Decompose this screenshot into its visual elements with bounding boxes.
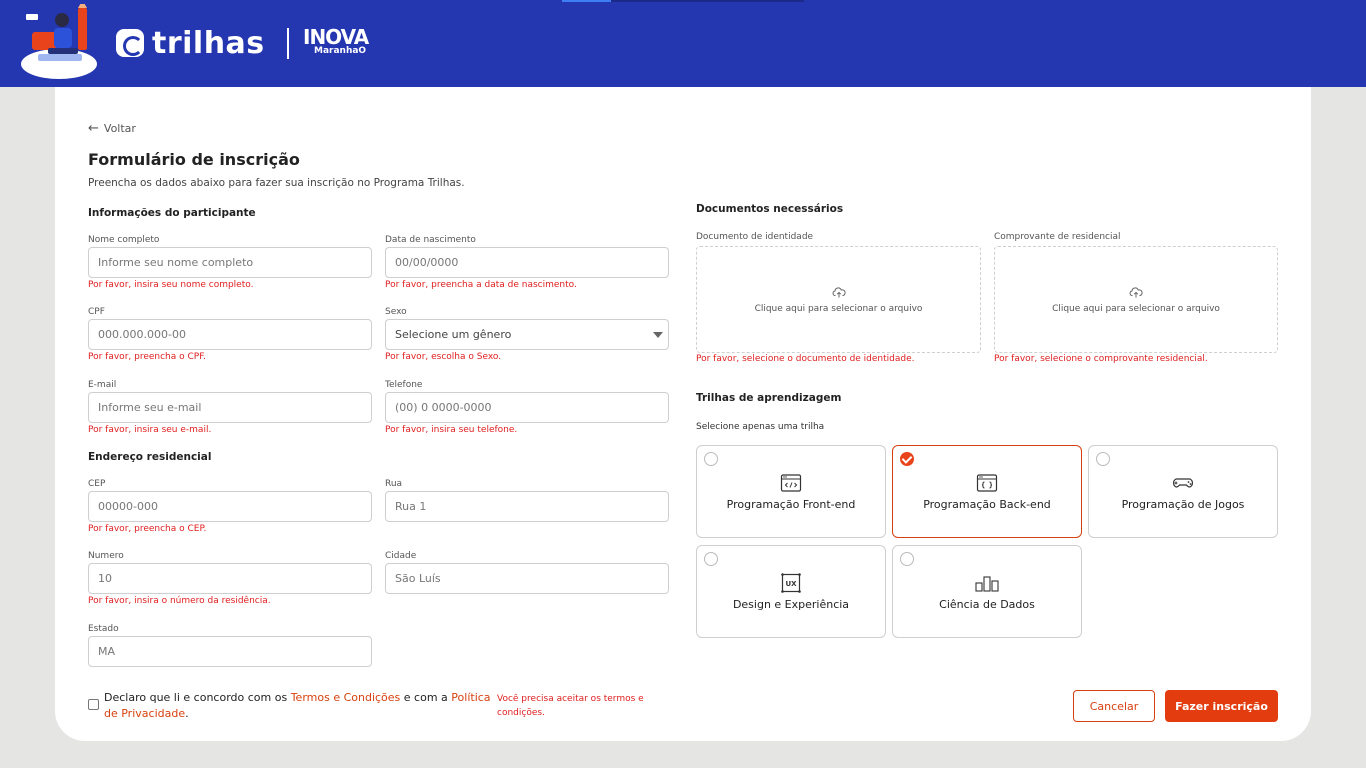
maranhao-logo-text: MaranhaO — [314, 46, 367, 56]
track-name: Programação Front-end — [726, 498, 856, 511]
number-error: Por favor, insira o número da residência… — [88, 596, 271, 606]
track-radio-checked[interactable] — [900, 452, 914, 466]
mascot-illustration — [21, 4, 97, 79]
terms-suffix: . — [185, 707, 189, 720]
residence-doc-error: Por favor, selecione o comprovante resid… — [994, 354, 1208, 364]
submit-button[interactable]: Fazer inscrição — [1165, 690, 1278, 722]
trilhas-logo-text: trilhas — [152, 25, 265, 61]
back-link-label: Voltar — [103, 122, 136, 135]
number-input[interactable]: 10 — [88, 563, 372, 594]
track-name: Programação Back-end — [923, 498, 1051, 511]
svg-text:UX: UX — [785, 580, 797, 588]
track-card-frontend[interactable]: Programação Front-end — [696, 445, 886, 538]
track-radio[interactable] — [900, 552, 914, 566]
cpf-label: CPF — [88, 307, 105, 317]
sex-select[interactable]: Selecione um gênero — [385, 319, 669, 350]
sex-error: Por favor, escolha o Sexo. — [385, 352, 502, 362]
gamepad-icon — [1172, 478, 1194, 488]
residence-doc-label: Comprovante de residencial — [994, 232, 1121, 242]
track-card-backend[interactable]: Programação Back-end — [892, 445, 1082, 538]
top-header: trilhas INOVA MaranhaO — [0, 0, 1366, 87]
documents-section-heading: Documentos necessários — [696, 203, 844, 215]
page-title: Formulário de inscrição — [88, 150, 300, 169]
birthdate-label: Data de nascimento — [385, 235, 476, 245]
cep-error: Por favor, preencha o CEP. — [88, 524, 207, 534]
arrow-left-icon: ← — [88, 121, 99, 136]
track-card-design[interactable]: UX Design e Experiência — [696, 545, 886, 638]
cloud-upload-icon — [832, 286, 846, 297]
terms-prefix: Declaro que li e concordo com os — [104, 691, 291, 704]
brackets-window-icon — [976, 474, 998, 492]
cep-input[interactable]: 00000-000 — [88, 491, 372, 522]
state-input[interactable]: MA — [88, 636, 372, 667]
residence-doc-upload-label: Clique aqui para selecionar o arquivo — [1052, 303, 1220, 314]
street-input[interactable]: Rua 1 — [385, 491, 669, 522]
birthdate-error: Por favor, preencha a data de nascimento… — [385, 280, 577, 290]
page-subtitle: Preencha os dados abaixo para fazer sua … — [88, 177, 465, 189]
phone-error: Por favor, insira seu telefone. — [385, 425, 518, 435]
phone-label: Telefone — [385, 380, 423, 390]
city-input[interactable]: São Luís — [385, 563, 669, 594]
sex-select-value: Selecione um gênero — [395, 328, 512, 341]
track-radio[interactable] — [704, 452, 718, 466]
inova-logo-text: INOVA — [303, 25, 369, 49]
terms-error: Você precisa aceitar os termos e condiçõ… — [497, 694, 644, 718]
track-card-games[interactable]: Programação de Jogos — [1088, 445, 1278, 538]
trilhas-logo[interactable]: trilhas — [116, 25, 265, 61]
terms-checkbox[interactable] — [88, 699, 99, 710]
track-radio[interactable] — [704, 552, 718, 566]
cep-label: CEP — [88, 479, 106, 489]
number-label: Numero — [88, 551, 124, 561]
track-card-data-science[interactable]: Ciência de Dados — [892, 545, 1082, 638]
terms-link[interactable]: Termos e Condições — [291, 691, 401, 704]
sex-label: Sexo — [385, 307, 407, 317]
identity-doc-upload-label: Clique aqui para selecionar o arquivo — [754, 303, 923, 314]
inova-maranhao-logo: INOVA MaranhaO — [303, 25, 369, 56]
identity-doc-upload[interactable]: Clique aqui para selecionar o arquivo — [696, 246, 981, 353]
caret-down-icon — [653, 332, 663, 338]
name-input[interactable]: Informe seu nome completo — [88, 247, 372, 278]
logo-divider — [287, 28, 289, 59]
street-label: Rua — [385, 479, 403, 489]
birthdate-input[interactable]: 00/00/0000 — [385, 247, 669, 278]
code-window-icon — [780, 474, 802, 492]
city-label: Cidade — [385, 551, 417, 561]
name-label: Nome completo — [88, 235, 160, 245]
cpf-error: Por favor, preencha o CPF. — [88, 352, 206, 362]
tracks-section-heading: Trilhas de aprendizagem — [696, 392, 842, 404]
phone-input[interactable]: (00) 0 0000-0000 — [385, 392, 669, 423]
track-name: Programação de Jogos — [1121, 498, 1245, 511]
identity-doc-error: Por favor, selecione o documento de iden… — [696, 354, 915, 364]
cancel-button[interactable]: Cancelar — [1073, 690, 1155, 722]
email-error: Por favor, insira seu e-mail. — [88, 425, 212, 435]
tracks-hint: Selecione apenas uma trilha — [696, 422, 825, 432]
track-radio[interactable] — [1096, 452, 1110, 466]
name-error: Por favor, insira seu nome completo. — [88, 280, 254, 290]
trilhas-logo-mark-icon — [116, 29, 144, 57]
residence-doc-upload[interactable]: Clique aqui para selecionar o arquivo — [994, 246, 1278, 353]
cpf-input[interactable]: 000.000.000-00 — [88, 319, 372, 350]
participant-section-heading: Informações do participante — [88, 207, 256, 219]
page-loading-bar — [562, 0, 804, 2]
identity-doc-label: Documento de identidade — [696, 232, 814, 242]
track-name: Design e Experiência — [732, 598, 850, 611]
bar-chart-icon — [975, 576, 999, 592]
ux-icon: UX — [781, 573, 801, 593]
email-input[interactable]: Informe seu e-mail — [88, 392, 372, 423]
address-section-heading: Endereço residencial — [88, 451, 212, 463]
state-label: Estado — [88, 624, 119, 634]
email-label: E-mail — [88, 380, 117, 390]
track-name: Ciência de Dados — [939, 598, 1035, 611]
terms-middle: e com a — [400, 691, 452, 704]
terms-text: Declaro que li e concordo com os Termos … — [104, 690, 494, 722]
cloud-upload-icon — [1129, 286, 1143, 297]
back-link[interactable]: ← Voltar — [88, 121, 136, 136]
